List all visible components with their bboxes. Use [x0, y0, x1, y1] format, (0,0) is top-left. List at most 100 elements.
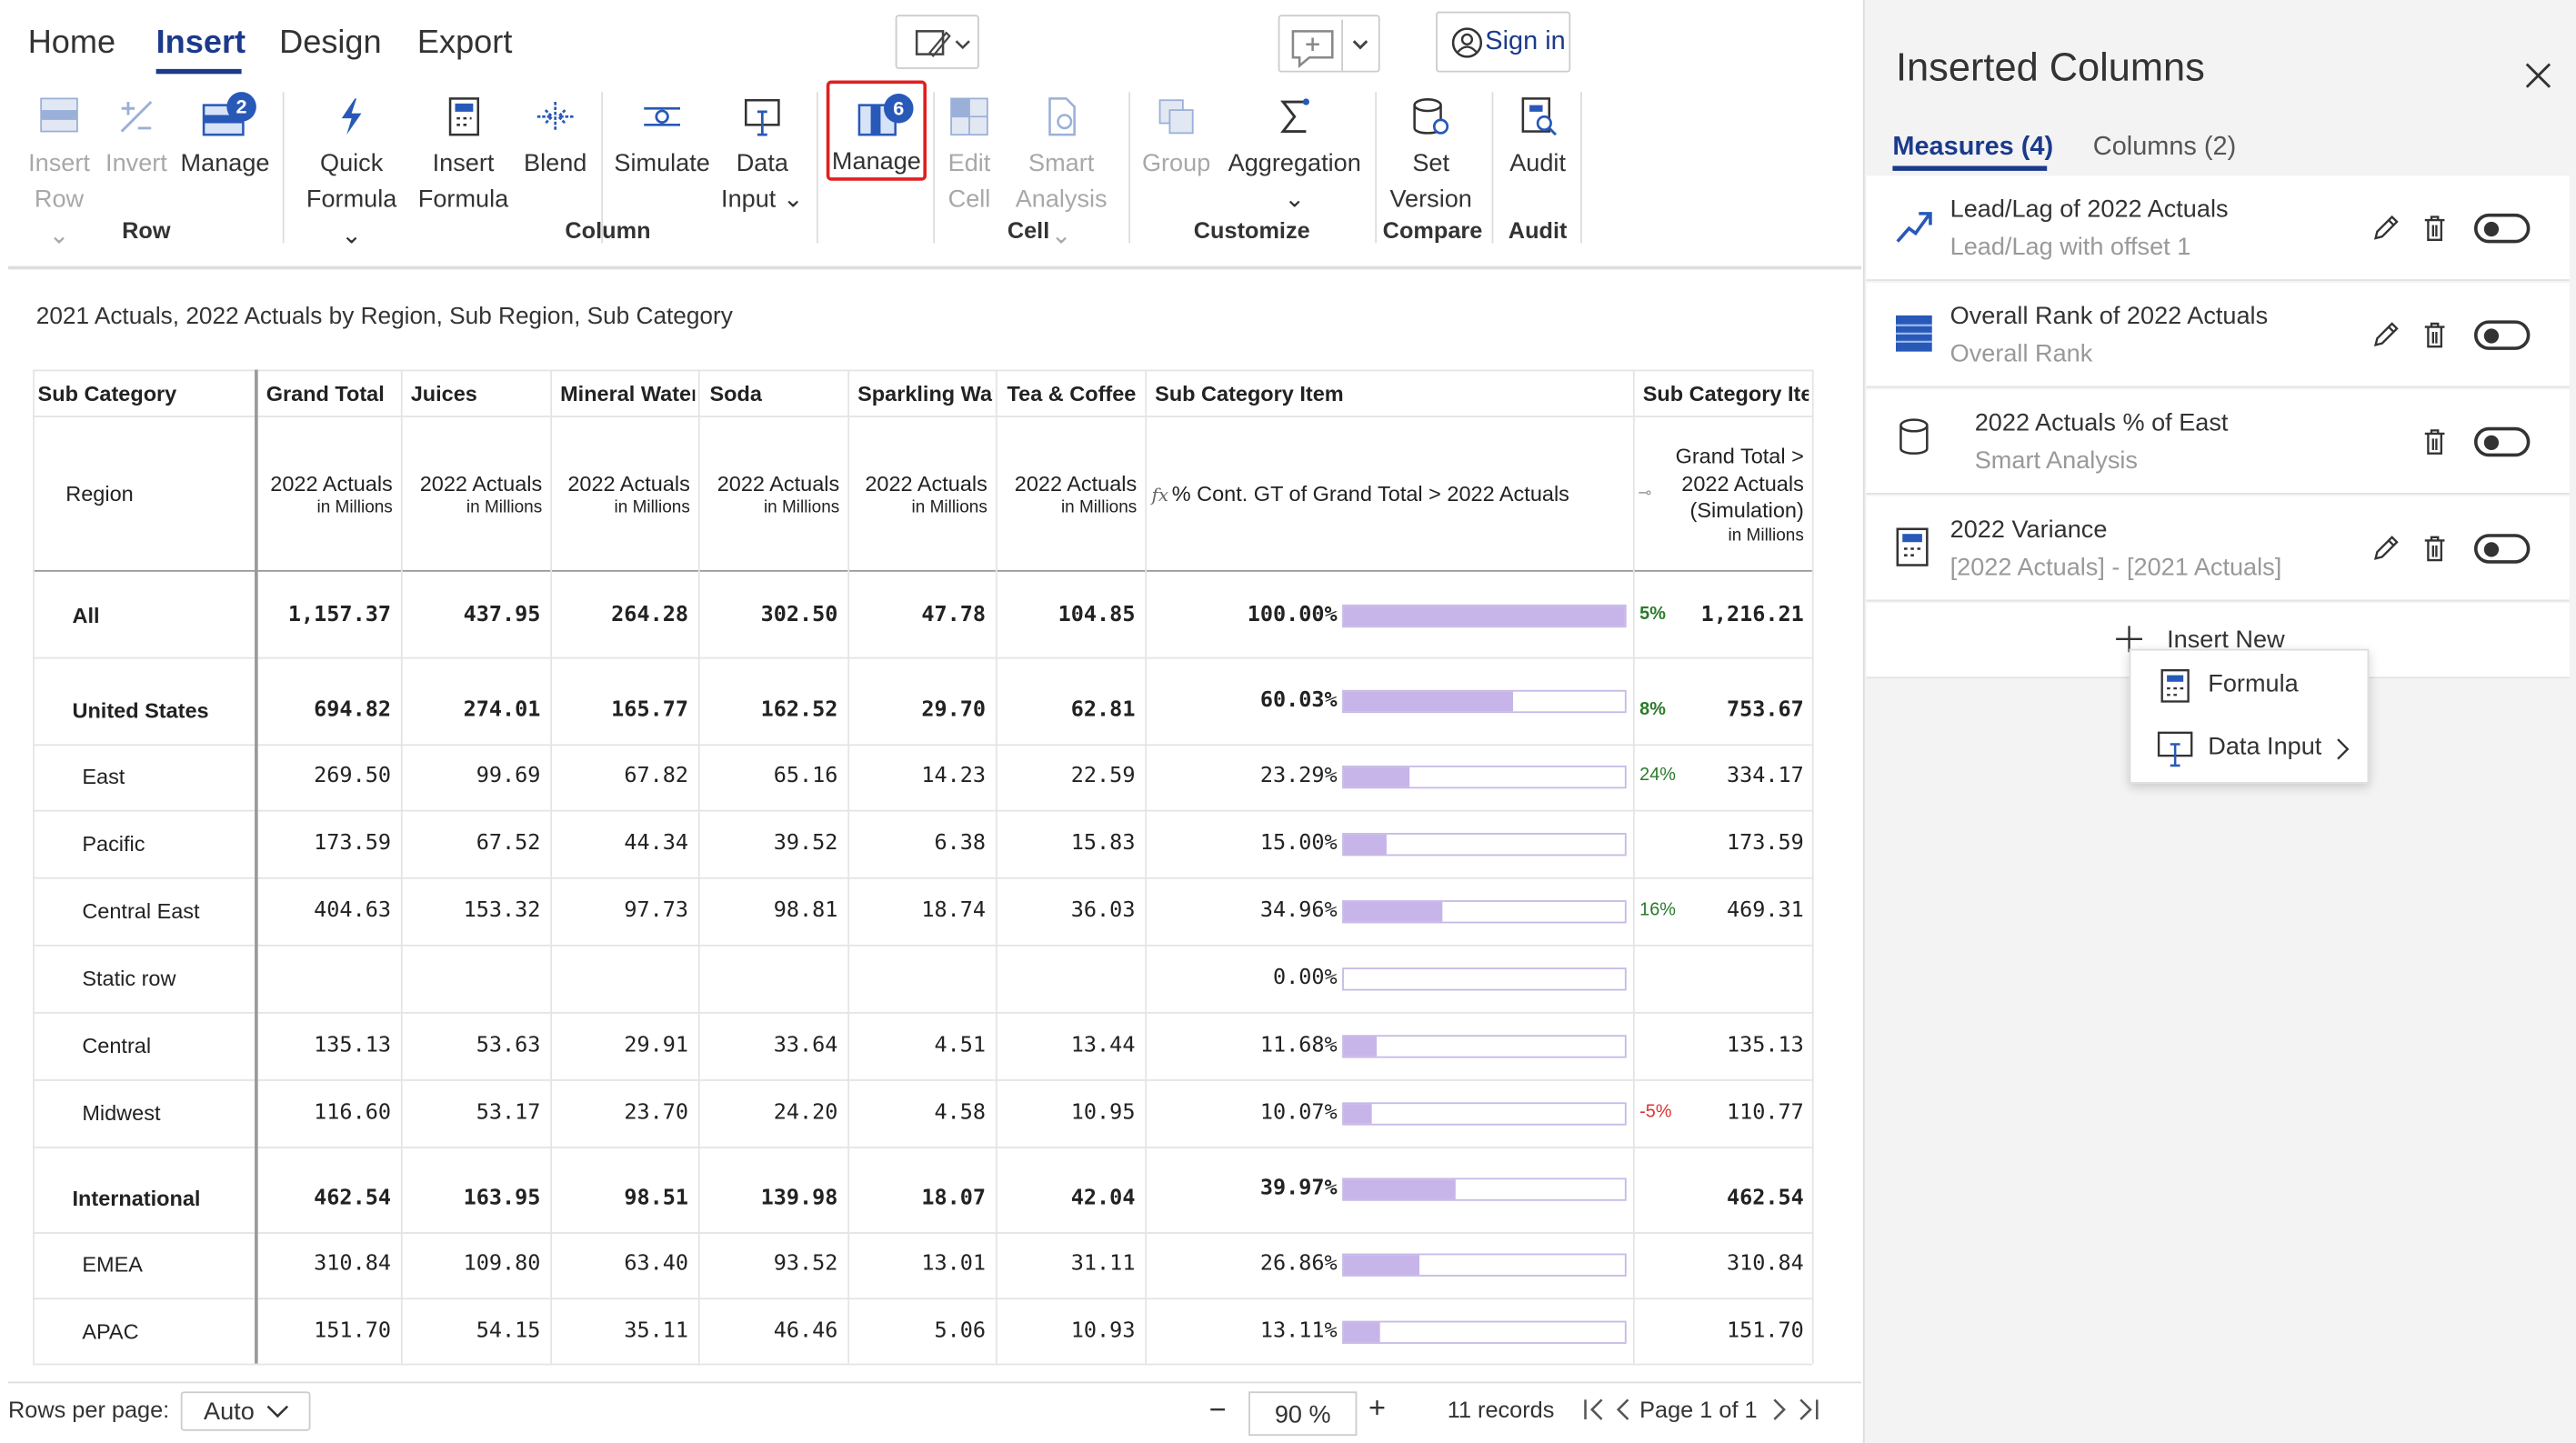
- row-label[interactable]: Midwest: [82, 1100, 160, 1125]
- data-cell[interactable]: 437.95: [399, 602, 541, 626]
- first-page-icon[interactable]: [1580, 1397, 1607, 1423]
- data-cell[interactable]: 14.23: [845, 764, 986, 788]
- close-icon[interactable]: [2521, 59, 2554, 92]
- column-header[interactable]: Sub Category Item: [1155, 381, 1629, 406]
- data-cell[interactable]: 53.63: [399, 1033, 541, 1057]
- data-cell[interactable]: 139.98: [697, 1186, 838, 1210]
- menu-item-formula[interactable]: Formula: [2130, 660, 2367, 713]
- data-cell[interactable]: 93.52: [697, 1252, 838, 1277]
- data-cell[interactable]: 23.70: [547, 1100, 688, 1125]
- row-label[interactable]: East: [82, 764, 125, 788]
- data-cell[interactable]: 24.20: [697, 1100, 838, 1125]
- data-cell[interactable]: 99.69: [399, 764, 541, 788]
- menu-item-data-input[interactable]: Data Input: [2130, 723, 2367, 776]
- pencil-icon[interactable]: [2371, 534, 2401, 572]
- row-label[interactable]: EMEA: [82, 1252, 143, 1277]
- data-cell[interactable]: 13.44: [994, 1033, 1136, 1057]
- data-cell[interactable]: 4.51: [845, 1033, 986, 1057]
- trash-icon[interactable]: [2421, 214, 2448, 252]
- column-header[interactable]: Soda: [710, 381, 845, 406]
- data-cell[interactable]: 33.64: [697, 1033, 838, 1057]
- data-cell[interactable]: 15.83: [994, 830, 1136, 855]
- data-cell[interactable]: 274.01: [399, 697, 541, 722]
- data-cell[interactable]: 18.07: [845, 1186, 986, 1210]
- data-cell[interactable]: 31.11: [994, 1252, 1136, 1277]
- data-cell[interactable]: 6.38: [845, 830, 986, 855]
- measure-item[interactable]: Lead/Lag of 2022 Actuals Lead/Lag with of…: [1866, 175, 2570, 281]
- row-label[interactable]: United States: [72, 697, 208, 722]
- visibility-toggle[interactable]: [2473, 426, 2531, 457]
- zoom-input[interactable]: 90 %: [1248, 1391, 1358, 1437]
- column-header[interactable]: Grand Total: [266, 381, 398, 406]
- data-cell[interactable]: 4.58: [845, 1100, 986, 1125]
- column-header[interactable]: Mineral Water: [560, 381, 695, 406]
- data-cell[interactable]: 98.81: [697, 897, 838, 922]
- data-cell[interactable]: 10.93: [994, 1318, 1136, 1343]
- data-cell[interactable]: 98.51: [547, 1186, 688, 1210]
- row-label[interactable]: Central East: [82, 897, 199, 922]
- column-header[interactable]: Tea & Coffee: [1007, 381, 1142, 406]
- last-page-icon[interactable]: [1796, 1397, 1822, 1423]
- data-cell[interactable]: 404.63: [250, 897, 391, 922]
- data-cell[interactable]: 163.95: [399, 1186, 541, 1210]
- rows-per-page-select[interactable]: Auto: [180, 1391, 311, 1431]
- visibility-toggle[interactable]: [2473, 534, 2531, 564]
- next-page-icon[interactable]: [1769, 1397, 1789, 1423]
- pencil-icon[interactable]: [2371, 214, 2401, 252]
- row-label[interactable]: APAC: [82, 1318, 138, 1343]
- data-cell[interactable]: 18.74: [845, 897, 986, 922]
- data-cell[interactable]: 63.40: [547, 1252, 688, 1277]
- data-cell[interactable]: 47.78: [845, 602, 986, 626]
- measure-item[interactable]: Overall Rank of 2022 Actuals Overall Rank: [1866, 282, 2570, 388]
- pencil-icon[interactable]: [2371, 320, 2401, 358]
- data-cell[interactable]: 22.59: [994, 764, 1136, 788]
- data-cell[interactable]: 53.17: [399, 1100, 541, 1125]
- data-cell[interactable]: 302.50: [697, 602, 838, 626]
- data-cell[interactable]: 36.03: [994, 897, 1136, 922]
- data-cell[interactable]: 269.50: [250, 764, 391, 788]
- row-label[interactable]: International: [72, 1186, 200, 1210]
- row-label[interactable]: Central: [82, 1033, 151, 1057]
- data-cell[interactable]: 46.46: [697, 1318, 838, 1343]
- prev-page-icon[interactable]: [1613, 1397, 1633, 1423]
- data-cell[interactable]: 39.52: [697, 830, 838, 855]
- data-cell[interactable]: 694.82: [250, 697, 391, 722]
- tab-measures[interactable]: Measures (4): [1892, 133, 2053, 163]
- data-cell[interactable]: 13.01: [845, 1252, 986, 1277]
- data-cell[interactable]: 109.80: [399, 1252, 541, 1277]
- data-cell[interactable]: 97.73: [547, 897, 688, 922]
- row-label[interactable]: Static row: [82, 965, 175, 989]
- trash-icon[interactable]: [2421, 320, 2448, 358]
- data-cell[interactable]: 104.85: [994, 602, 1136, 626]
- data-cell[interactable]: 67.82: [547, 764, 688, 788]
- trash-icon[interactable]: [2421, 427, 2448, 466]
- data-cell[interactable]: 153.32: [399, 897, 541, 922]
- data-cell[interactable]: 42.04: [994, 1186, 1136, 1210]
- column-header[interactable]: Sparkling Wat: [857, 381, 992, 406]
- data-cell[interactable]: 10.95: [994, 1100, 1136, 1125]
- data-cell[interactable]: 310.84: [250, 1252, 391, 1277]
- data-cell[interactable]: 67.52: [399, 830, 541, 855]
- data-cell[interactable]: 54.15: [399, 1318, 541, 1343]
- data-cell[interactable]: 462.54: [250, 1186, 391, 1210]
- row-label[interactable]: All: [72, 602, 99, 626]
- measure-item[interactable]: 2022 Variance [2022 Actuals] - [2021 Actu…: [1866, 496, 2570, 602]
- data-cell[interactable]: 165.77: [547, 697, 688, 722]
- data-cell[interactable]: 135.13: [250, 1033, 391, 1057]
- zoom-in-button[interactable]: +: [1368, 1391, 1386, 1426]
- data-cell[interactable]: 29.91: [547, 1033, 688, 1057]
- data-cell[interactable]: 162.52: [697, 697, 838, 722]
- column-header[interactable]: Sub Category: [38, 381, 252, 406]
- data-cell[interactable]: 151.70: [250, 1318, 391, 1343]
- row-label[interactable]: Pacific: [82, 830, 145, 855]
- visibility-toggle[interactable]: [2473, 213, 2531, 244]
- data-cell[interactable]: 5.06: [845, 1318, 986, 1343]
- visibility-toggle[interactable]: [2473, 320, 2531, 350]
- tab-columns[interactable]: Columns (2): [2093, 133, 2236, 163]
- trash-icon[interactable]: [2421, 534, 2448, 572]
- zoom-out-button[interactable]: −: [1209, 1393, 1227, 1428]
- data-cell[interactable]: 44.34: [547, 830, 688, 855]
- column-header[interactable]: Sub Category Ite: [1643, 381, 1809, 406]
- data-cell[interactable]: 1,157.37: [250, 602, 391, 626]
- data-cell[interactable]: 264.28: [547, 602, 688, 626]
